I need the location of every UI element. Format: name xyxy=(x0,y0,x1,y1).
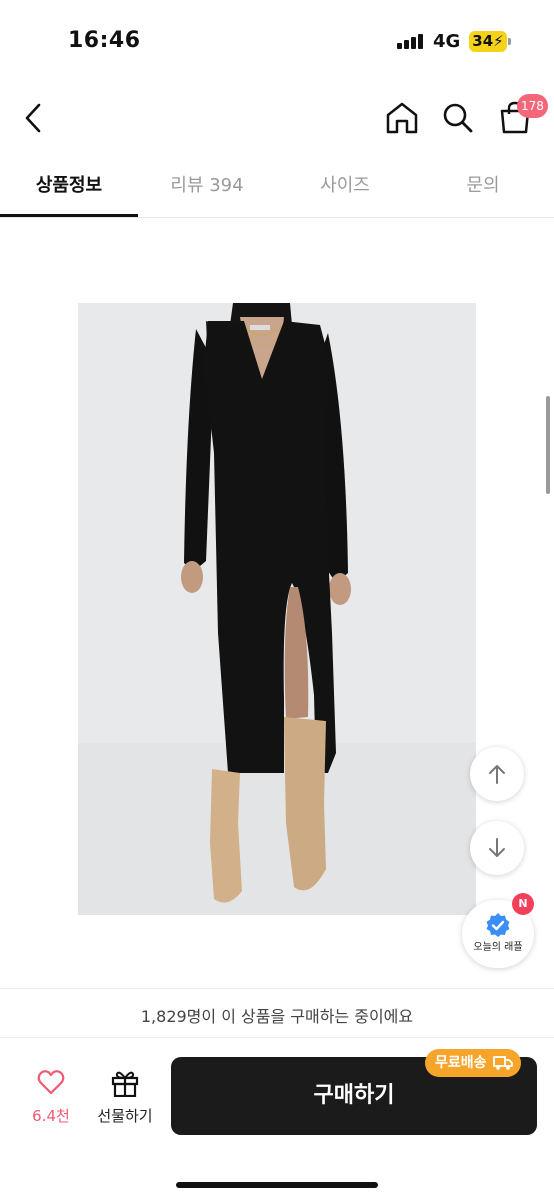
back-button[interactable] xyxy=(18,100,50,136)
active-tab-indicator xyxy=(0,214,138,217)
product-photo xyxy=(78,303,476,915)
heart-icon xyxy=(37,1070,65,1095)
buyers-count-text: 1,829명이 이 상품을 구매하는 중이에요 xyxy=(140,1007,414,1026)
gift-button[interactable]: 선물하기 xyxy=(88,1069,162,1129)
like-button[interactable]: 6.4천 xyxy=(20,1069,82,1129)
tab-size[interactable]: 사이즈 xyxy=(276,158,414,216)
status-time: 16:46 xyxy=(68,28,141,53)
free-shipping-badge: 무료배송 xyxy=(425,1049,521,1077)
status-bar: 16:46 4G 34⚡ xyxy=(0,0,554,80)
top-navigation xyxy=(0,82,554,154)
scrollbar[interactable] xyxy=(546,396,550,494)
scroll-up-button[interactable] xyxy=(470,747,524,801)
network-type: 4G xyxy=(433,31,461,52)
tab-reviews[interactable]: 리뷰 394 xyxy=(138,158,276,216)
arrow-down-icon xyxy=(489,838,505,857)
search-button[interactable] xyxy=(439,100,477,136)
truck-icon xyxy=(492,1056,513,1070)
tab-inquiry[interactable]: 문의 xyxy=(414,158,552,216)
scroll-down-button[interactable] xyxy=(470,821,524,875)
raffle-label: 오늘의 래플 xyxy=(473,942,523,953)
battery-level: 34 xyxy=(472,32,494,50)
like-count: 6.4천 xyxy=(32,1107,70,1125)
cart-count-badge: 178 xyxy=(517,94,548,118)
home-indicator xyxy=(176,1182,378,1188)
product-photo-illustration xyxy=(78,303,476,915)
arrow-up-icon xyxy=(489,765,505,784)
free-shipping-label: 무료배송 xyxy=(435,1055,487,1071)
product-tabs: 상품정보 리뷰 394 사이즈 문의 xyxy=(0,158,554,218)
home-button[interactable] xyxy=(383,100,421,136)
gift-icon xyxy=(111,1071,139,1097)
tab-product-info[interactable]: 상품정보 xyxy=(0,158,138,216)
battery-indicator: 34⚡ xyxy=(469,31,511,52)
purchase-bar: 1,829명이 이 상품을 구매하는 중이에요 6.4천 선물하기 구매하기 xyxy=(0,988,554,1200)
chevron-left-icon xyxy=(25,103,41,133)
verified-badge-icon xyxy=(486,913,510,937)
gift-label: 선물하기 xyxy=(97,1107,153,1125)
home-icon xyxy=(386,102,418,134)
search-icon xyxy=(443,103,473,133)
divider xyxy=(0,1037,554,1038)
signal-icon xyxy=(397,33,427,49)
new-badge: N xyxy=(512,893,534,915)
